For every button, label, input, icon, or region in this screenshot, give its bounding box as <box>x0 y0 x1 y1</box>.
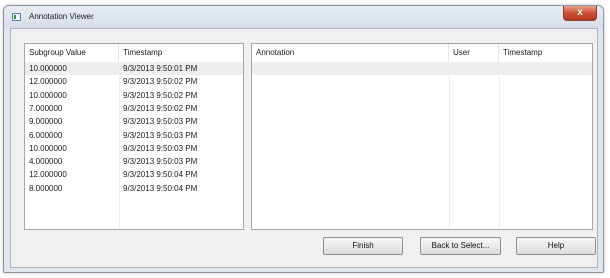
subgroup-value-cell: 7.000000 <box>29 103 63 113</box>
column-divider <box>499 62 500 229</box>
timestamp-cell: 9/3/2013 9:50:03 PM <box>123 157 198 167</box>
table-row[interactable]: 7.000000 9/3/2013 9:50:02 PM <box>25 102 243 115</box>
timestamp-cell: 9/3/2013 9:50:03 PM <box>123 143 198 153</box>
subgroup-value-cell: 6.000000 <box>29 130 63 140</box>
column-header-timestamp[interactable]: Timestamp <box>119 44 243 62</box>
table-row[interactable]: 6.000000 9/3/2013 9:50:03 PM <box>25 129 243 142</box>
table-row[interactable]: 4.000000 9/3/2013 9:50:03 PM <box>25 155 243 168</box>
back-to-select-button[interactable]: Back to Select... <box>420 237 501 255</box>
column-header-annotation[interactable]: Annotation <box>252 44 449 62</box>
timestamp-cell: 9/3/2013 9:50:02 PM <box>123 90 198 100</box>
annotation-viewer-window: Annotation Viewer x Subgroup Value Times… <box>3 5 604 273</box>
subgroup-value-cell: 12.000000 <box>29 77 67 87</box>
subgroup-value-cell: 12.000000 <box>29 170 67 180</box>
close-icon: x <box>577 7 583 18</box>
timestamp-cell: 9/3/2013 9:50:04 PM <box>123 183 198 193</box>
dialog-body: Subgroup Value Timestamp 10.000000 9/3/20… <box>10 28 598 268</box>
subgroup-value-cell: 9.000000 <box>29 117 63 127</box>
subgroup-value-cell: 8.000000 <box>29 183 63 193</box>
table-row[interactable]: 10.000000 9/3/2013 9:50:02 PM <box>25 89 243 102</box>
subgroup-list[interactable]: Subgroup Value Timestamp 10.000000 9/3/20… <box>24 43 244 230</box>
table-row[interactable]: 9.000000 9/3/2013 9:50:03 PM <box>25 115 243 128</box>
timestamp-cell: 9/3/2013 9:50:03 PM <box>123 130 198 140</box>
timestamp-cell: 9/3/2013 9:50:02 PM <box>123 103 198 113</box>
timestamp-cell: 9/3/2013 9:50:02 PM <box>123 77 198 87</box>
close-button[interactable]: x <box>563 6 597 21</box>
annotation-list-header: Annotation User Timestamp <box>252 44 592 62</box>
subgroup-value-cell: 4.000000 <box>29 157 63 167</box>
table-row[interactable]: 12.000000 9/3/2013 9:50:04 PM <box>25 168 243 181</box>
window-title: Annotation Viewer <box>29 12 94 21</box>
subgroup-value-cell: 10.000000 <box>29 64 67 73</box>
subgroup-list-header: Subgroup Value Timestamp <box>25 44 243 62</box>
annotation-row-empty[interactable] <box>252 62 592 75</box>
timestamp-cell: 9/3/2013 9:50:01 PM <box>123 64 198 73</box>
subgroup-value-cell: 10.000000 <box>29 90 67 100</box>
finish-button[interactable]: Finish <box>323 237 403 255</box>
timestamp-cell: 9/3/2013 9:50:03 PM <box>123 117 198 127</box>
table-row[interactable]: 10.000000 9/3/2013 9:50:03 PM <box>25 142 243 155</box>
annotation-list[interactable]: Annotation User Timestamp <box>251 43 593 230</box>
table-row[interactable]: 12.000000 9/3/2013 9:50:02 PM <box>25 75 243 88</box>
title-bar[interactable]: Annotation Viewer x <box>4 6 603 28</box>
table-row[interactable]: 10.000000 9/3/2013 9:50:01 PM <box>25 62 243 75</box>
column-header-subgroup-value[interactable]: Subgroup Value <box>25 44 119 62</box>
column-header-timestamp[interactable]: Timestamp <box>499 44 592 62</box>
help-button[interactable]: Help <box>516 237 596 255</box>
column-header-user[interactable]: User <box>449 44 499 62</box>
app-window-icon <box>12 13 21 21</box>
column-divider <box>449 62 450 229</box>
table-row[interactable]: 8.000000 9/3/2013 9:50:04 PM <box>25 182 243 195</box>
subgroup-value-cell: 10.000000 <box>29 143 67 153</box>
timestamp-cell: 9/3/2013 9:50:04 PM <box>123 170 198 180</box>
